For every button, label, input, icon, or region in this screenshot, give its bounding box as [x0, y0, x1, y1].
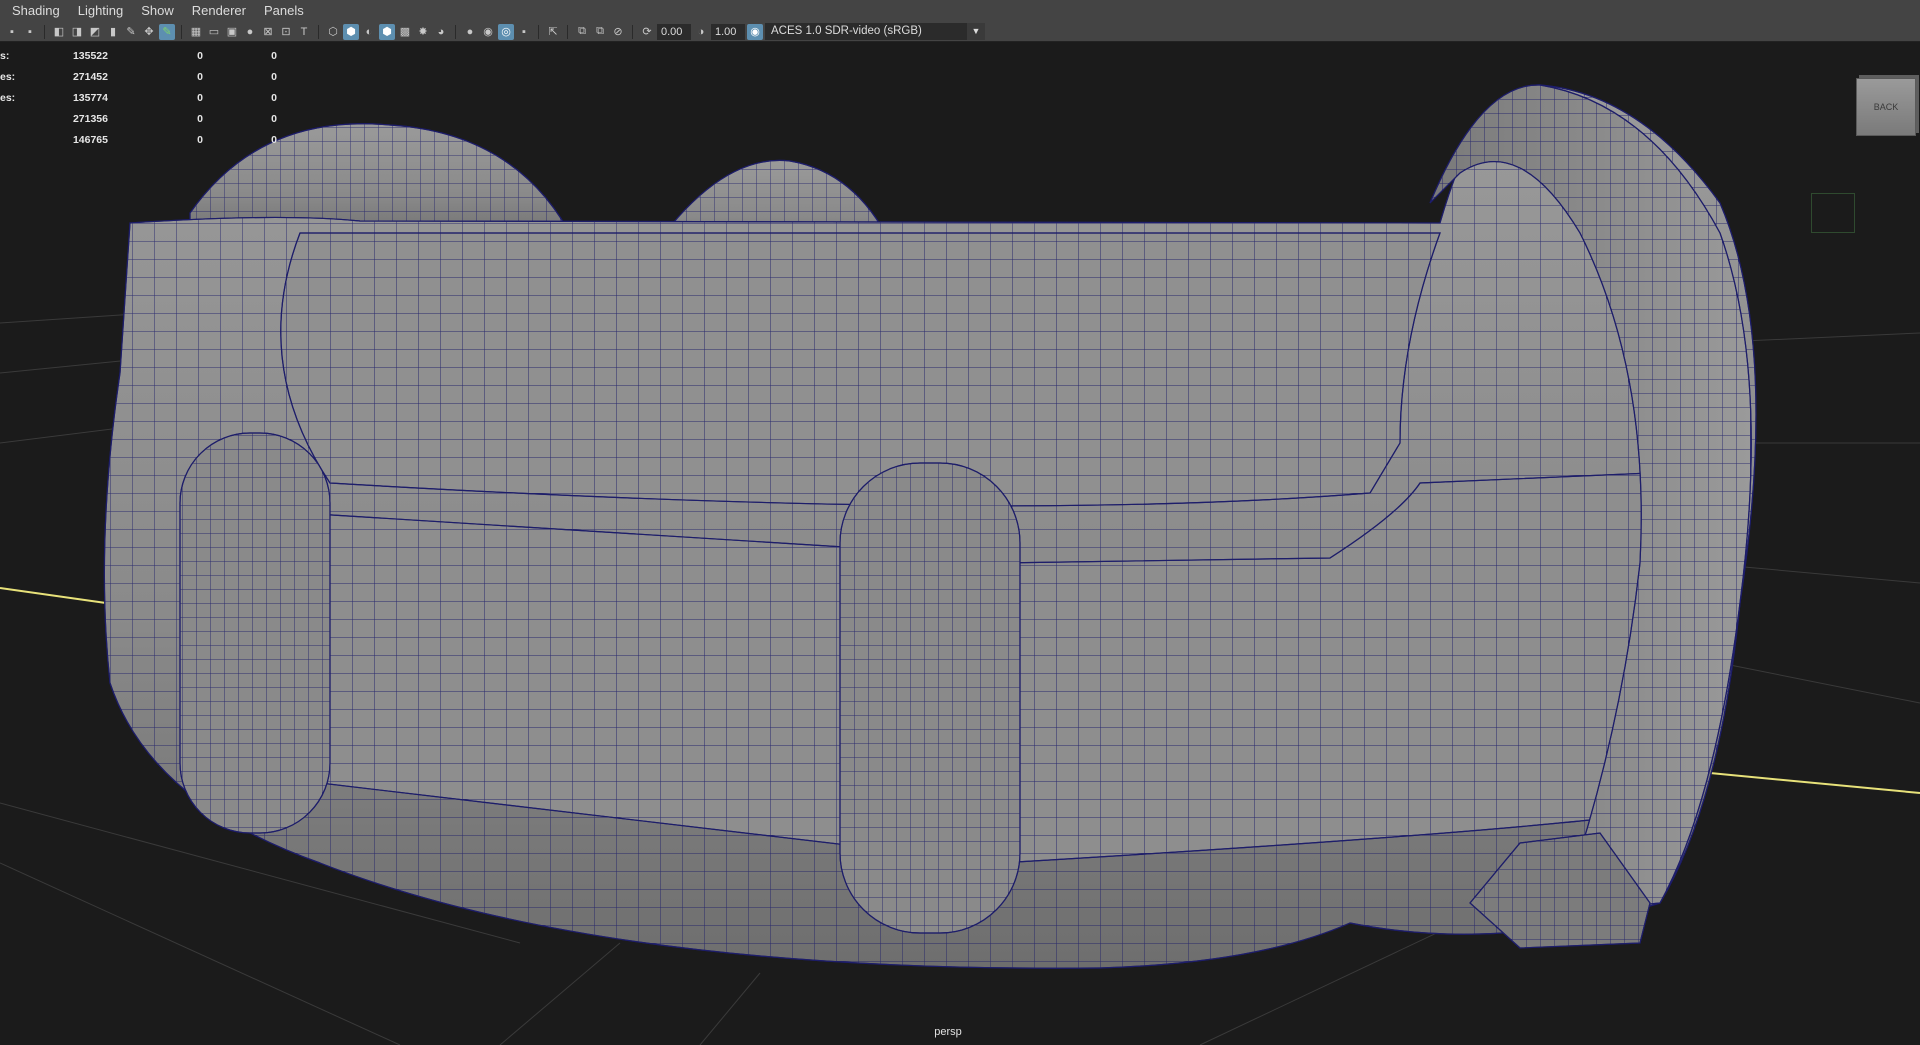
motion-blur-icon[interactable]: ◉ [480, 24, 496, 40]
menu-lighting[interactable]: Lighting [69, 0, 133, 22]
hud-row: 271356 0 0 [0, 109, 277, 130]
poly-count-hud: s: 135522 0 0 es: 271452 0 0 es: 135774 … [0, 46, 277, 151]
hud-label [0, 109, 40, 130]
screen-space-ao-icon[interactable]: ● [462, 24, 478, 40]
toolbar-separator [318, 24, 319, 39]
resolution-gate-icon[interactable]: ▣ [224, 24, 240, 40]
grease-pencil-active-icon[interactable]: ✎ [159, 23, 175, 40]
toolbar-separator [567, 24, 568, 39]
exposure-field[interactable]: 0.00 [657, 23, 691, 40]
hud-row: s: 135522 0 0 [0, 46, 277, 67]
chevron-down-icon[interactable]: ▼ [967, 23, 985, 40]
grease-pencil-icon[interactable]: ▮ [105, 24, 121, 40]
film-gate-icon[interactable]: ▭ [206, 24, 222, 40]
gate-mask-icon[interactable]: ● [242, 24, 258, 40]
gamma-field[interactable]: 1.00 [711, 23, 745, 40]
hud-value: 0 [271, 134, 277, 146]
hud-row: es: 271452 0 0 [0, 67, 277, 88]
hud-value: 0 [271, 92, 277, 104]
hud-value: 135774 [72, 92, 108, 104]
gamma-icon[interactable]: ◑ [693, 24, 709, 40]
safe-title-icon[interactable]: T [296, 24, 312, 40]
hud-value: 0 [197, 71, 203, 83]
isolate-icon[interactable]: ⧉ [592, 24, 608, 40]
camera-name-label: persp [934, 1026, 962, 1038]
toolbar-separator [632, 24, 633, 39]
hud-value: 271452 [72, 71, 108, 83]
wireframe-icon[interactable]: ⬡ [325, 24, 341, 40]
hud-label [0, 130, 40, 151]
image-plane-icon[interactable]: ◩ [87, 24, 103, 40]
hud-value: 0 [197, 92, 203, 104]
panel-toolbar: ▪ ▪ ◧ ◨ ◩ ▮ ✎ ✥ ✎ ▦ ▭ ▣ ● ⊠ ⊡ T ⬡ ⬢ ◐ ⬢ … [0, 22, 1920, 42]
grid-move-icon[interactable]: ✥ [141, 24, 157, 40]
toolbar-separator [538, 24, 539, 39]
wireframe-on-shaded-icon[interactable]: ⬢ [379, 23, 395, 40]
hud-row: 146765 0 0 [0, 130, 277, 151]
hud-value: 0 [271, 50, 277, 62]
select-camera-icon[interactable]: ▪ [4, 24, 20, 40]
hud-value: 0 [197, 113, 203, 125]
toolbar-separator [455, 24, 456, 39]
menu-renderer[interactable]: Renderer [183, 0, 255, 22]
isolate-select-icon[interactable]: ⇱ [545, 24, 561, 40]
menu-panels[interactable]: Panels [255, 0, 313, 22]
toolbar-separator [181, 24, 182, 39]
depth-of-field-icon[interactable]: ▪ [516, 24, 532, 40]
xray-active-icon[interactable]: ⧉ [574, 24, 590, 40]
hud-value: 0 [271, 113, 277, 125]
hud-row: es: 135774 0 0 [0, 88, 277, 109]
scene-canvas [0, 84, 1920, 1045]
manipulator-marker [1811, 193, 1855, 233]
2d-pan-zoom-icon[interactable]: ✎ [123, 24, 139, 40]
hud-value: 0 [271, 71, 277, 83]
hud-label: es: [0, 92, 16, 104]
viewcube[interactable]: BACK [1856, 78, 1916, 136]
default-material-icon[interactable]: ◐ [361, 24, 377, 40]
viewcube-face-label: BACK [1873, 102, 1899, 112]
hud-value: 271356 [72, 113, 108, 125]
color-transform-select[interactable]: ACES 1.0 SDR-video (sRGB) ▼ [765, 23, 985, 40]
mesh-model [103, 84, 1757, 969]
smooth-shade-icon[interactable]: ⬢ [343, 23, 359, 40]
hud-label: es: [0, 71, 16, 83]
bookmark-icon[interactable]: ◨ [69, 24, 85, 40]
field-chart-icon[interactable]: ⊠ [260, 24, 276, 40]
use-all-lights-icon[interactable]: ✸ [415, 24, 431, 40]
menu-show[interactable]: Show [132, 0, 183, 22]
camera-attributes-icon[interactable]: ◧ [51, 24, 67, 40]
hud-value: 0 [197, 50, 203, 62]
lock-camera-icon[interactable]: ▪ [22, 24, 38, 40]
menu-shading[interactable]: Shading [0, 0, 69, 22]
x-axis-line [0, 587, 121, 606]
xray-icon[interactable]: ▩ [397, 24, 413, 40]
toolbar-separator [44, 24, 45, 39]
exposure-icon[interactable]: ⟳ [639, 24, 655, 40]
safe-action-icon[interactable]: ⊡ [278, 24, 294, 40]
shadows-icon[interactable]: ◕ [433, 24, 449, 40]
frame-icon[interactable]: ⊘ [610, 24, 626, 40]
multisample-aa-icon[interactable]: ◎ [498, 23, 514, 40]
hud-label: s: [0, 50, 10, 62]
x-axis-line-right [1709, 772, 1920, 794]
hud-value: 146765 [72, 134, 108, 146]
viewport-persp[interactable] [0, 43, 1920, 1045]
hud-value: 135522 [72, 50, 108, 62]
hud-value: 0 [197, 134, 203, 146]
grid-icon[interactable]: ▦ [188, 24, 204, 40]
color-transform-value: ACES 1.0 SDR-video (sRGB) [771, 25, 922, 37]
color-management-icon[interactable]: ◉ [747, 23, 763, 40]
panel-menubar: Shading Lighting Show Renderer Panels [0, 0, 1920, 23]
